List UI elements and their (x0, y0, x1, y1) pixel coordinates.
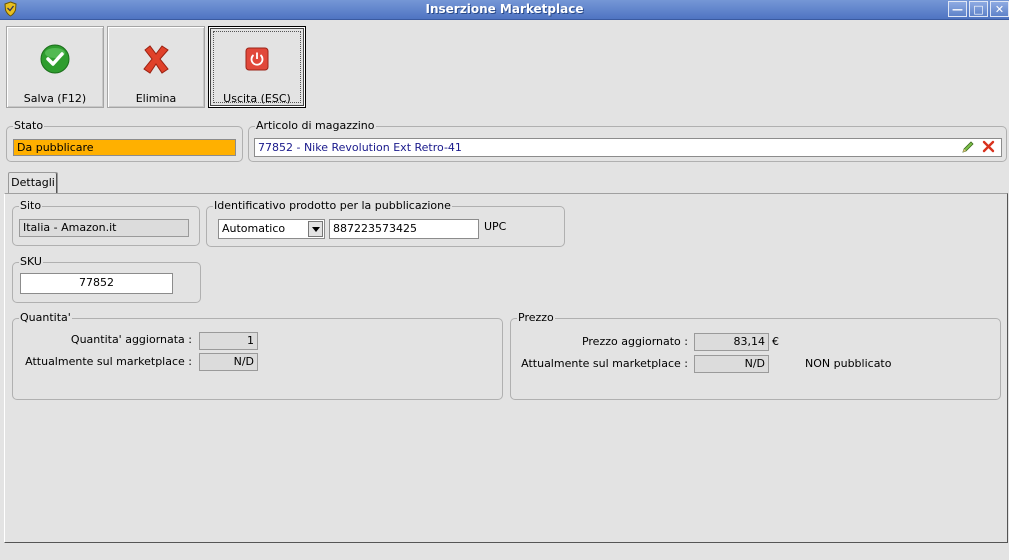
tab-dettagli-label: Dettagli (11, 176, 55, 189)
exit-button-label: Uscita (ESC) (223, 92, 291, 105)
product-code-value: 887223573425 (333, 222, 417, 235)
price-current-value: N/D (744, 357, 765, 370)
quantity-current-field: N/D (199, 353, 258, 371)
status-field[interactable]: Da pubblicare (13, 139, 236, 156)
status-value: Da pubblicare (17, 141, 94, 154)
title-bar: Inserzione Marketplace — □ ✕ (0, 0, 1009, 20)
product-id-type-select[interactable]: Automatico (218, 219, 325, 239)
delete-button[interactable]: Elimina (107, 26, 205, 108)
sku-legend: SKU (19, 255, 43, 268)
clear-x-icon[interactable] (982, 140, 995, 153)
article-field[interactable]: 77852 - Nike Revolution Ext Retro-41 (254, 138, 1002, 157)
product-id-type-value: Automatico (222, 222, 286, 235)
product-code-input[interactable]: 887223573425 (329, 219, 479, 239)
sku-value: 77852 (79, 276, 114, 289)
article-legend: Articolo di magazzino (255, 119, 376, 132)
maximize-icon: □ (973, 3, 984, 16)
quantity-current-value: N/D (233, 355, 254, 368)
price-updated-value: 83,14 (733, 335, 766, 348)
quantity-updated-label: Quantita' aggiornata : (70, 333, 192, 346)
price-legend: Prezzo (517, 311, 555, 324)
quantity-updated-value: 1 (247, 334, 254, 347)
tab-dettagli[interactable]: Dettagli (8, 172, 58, 194)
close-button[interactable]: ✕ (990, 1, 1009, 17)
price-updated-field: 83,14 (694, 333, 769, 351)
pencil-icon[interactable] (961, 140, 975, 154)
site-value: Italia - Amazon.it (23, 221, 117, 234)
product-id-legend: Identificativo prodotto per la pubblicaz… (213, 199, 452, 212)
minimize-icon: — (952, 3, 963, 16)
status-legend: Stato (13, 119, 45, 132)
red-x-icon (143, 45, 169, 74)
save-button[interactable]: Salva (F12) (6, 26, 104, 108)
maximize-button[interactable]: □ (969, 1, 988, 17)
site-field: Italia - Amazon.it (19, 219, 189, 237)
power-icon (245, 47, 269, 71)
price-current-label: Attualmente sul marketplace : (521, 357, 688, 370)
exit-button[interactable]: Uscita (ESC) (208, 26, 306, 108)
price-current-field: N/D (694, 355, 769, 373)
quantity-updated-field: 1 (199, 332, 258, 350)
site-legend: Sito (19, 199, 43, 212)
checkmark-icon (40, 44, 70, 74)
quantity-legend: Quantita' (19, 311, 72, 324)
chevron-down-icon (312, 227, 320, 232)
minimize-button[interactable]: — (948, 1, 967, 17)
window-title: Inserzione Marketplace (425, 2, 584, 16)
sku-input[interactable]: 77852 (20, 273, 173, 294)
dropdown-button[interactable] (308, 221, 323, 237)
currency-symbol: € (772, 335, 779, 348)
product-code-type-label: UPC (484, 220, 507, 233)
close-icon: ✕ (994, 3, 1005, 16)
delete-button-label: Elimina (135, 92, 177, 105)
quantity-current-label: Attualmente sul marketplace : (25, 355, 192, 368)
save-button-label: Salva (F12) (23, 92, 87, 105)
publish-status-text: NON pubblicato (805, 357, 892, 370)
price-updated-label: Prezzo aggiornato : (581, 335, 688, 348)
article-value: 77852 - Nike Revolution Ext Retro-41 (258, 141, 462, 154)
